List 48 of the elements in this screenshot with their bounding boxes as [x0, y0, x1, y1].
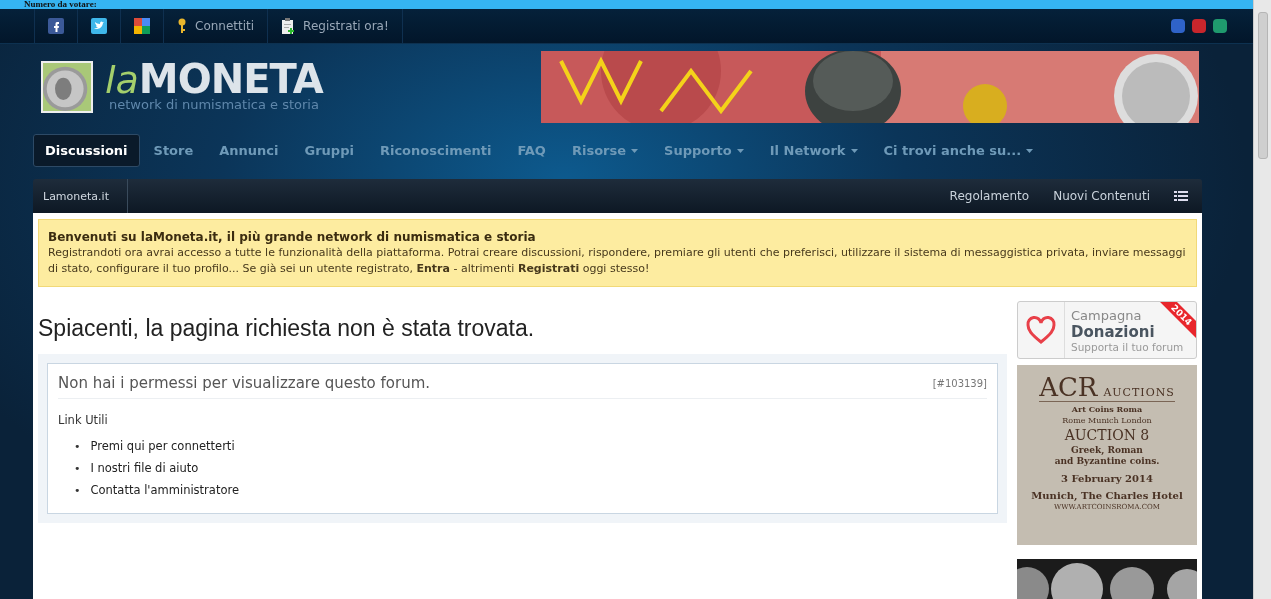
heart-icon [1025, 315, 1057, 345]
facebook-icon[interactable] [48, 18, 64, 35]
nav-tab[interactable]: Gruppi [292, 134, 366, 168]
header-link[interactable]: Nuovi Contenuti [1053, 189, 1150, 203]
notice-title: Benvenuti su laMoneta.it, il più grande network di numismatica e storia [48, 229, 537, 245]
ad-subtitle: Art Coins Roma [1071, 404, 1143, 414]
coin-logo-icon [41, 60, 93, 113]
ad-logo-suffix: AUCTIONS [1103, 386, 1175, 399]
theme-swatch[interactable] [1192, 19, 1206, 34]
nav-tab[interactable]: Annunci [207, 134, 291, 168]
ad-cities: Rome Munich London [1062, 416, 1152, 425]
links-heading: Link Utili [58, 413, 109, 427]
list-icon[interactable] [1174, 191, 1188, 201]
nav-tab[interactable]: Discussioni [33, 134, 140, 168]
error-message: Non hai i permessi per visualizzare questo forum. [58, 374, 431, 392]
vote-count-text: Numero da votare: [0, 0, 1253, 9]
theme-swatch[interactable] [1171, 19, 1185, 34]
logo-title: MONETA [138, 61, 323, 96]
help-link[interactable]: I nostri file di aiuto [90, 460, 199, 476]
google-icon[interactable] [134, 18, 150, 35]
ad-place: Munich, The Charles Hotel [1031, 490, 1183, 501]
ad-date: 3 February 2014 [1061, 473, 1153, 484]
error-code: [#103139] [932, 377, 987, 389]
notice-text: Registrandoti ora avrai accesso a tutte le funzionalità della piattaforma. Potrai creare discussioni, rispondere, premiare gli utenti che preferisci, utilizzare il sistema di messaggistica privata, inviare messaggi di stato, configurare il tuo profilo... Se già sei un utente registrato, Entra - altrimenti Registrati oggi stesso! [48, 246, 1186, 275]
page-title: Spiacenti, la pagina richiesta non è stata trovata. [38, 315, 536, 342]
ad-auction: AUCTION 8 [1064, 427, 1150, 443]
bullet: • [74, 461, 81, 475]
logo-prefix: la [105, 62, 139, 97]
help-link[interactable]: Contatta l'amministratore [90, 482, 239, 498]
ad-description: Greek, Roman and Byzantine coins. [1054, 445, 1160, 467]
bullet: • [74, 439, 81, 453]
nav-tab[interactable]: Ci trovi anche su... [871, 134, 1046, 168]
header-link[interactable]: Regolamento [949, 189, 1030, 203]
theme-swatch[interactable] [1213, 19, 1227, 34]
logo-tagline: network di numismatica e storia [109, 96, 320, 112]
nav-tab[interactable]: Il Network [757, 134, 870, 168]
user-bar-link[interactable]: Registrati ora! [267, 8, 402, 44]
scrollbar-thumb[interactable] [1257, 12, 1268, 159]
bird-icon[interactable] [91, 18, 107, 35]
help-link[interactable]: Premi qui per connetterti [90, 438, 235, 454]
clipboard-icon [281, 18, 296, 35]
donation-title: Donazioni [1071, 322, 1156, 341]
bullet: • [74, 483, 81, 497]
donation-subtitle: Supporta il tuo forum [1071, 340, 1184, 353]
nav-tab[interactable]: Store [141, 134, 206, 168]
user-bar-link[interactable]: Connettiti [163, 8, 268, 44]
ad-logo: ACR [1039, 373, 1098, 401]
key-icon [177, 18, 187, 35]
